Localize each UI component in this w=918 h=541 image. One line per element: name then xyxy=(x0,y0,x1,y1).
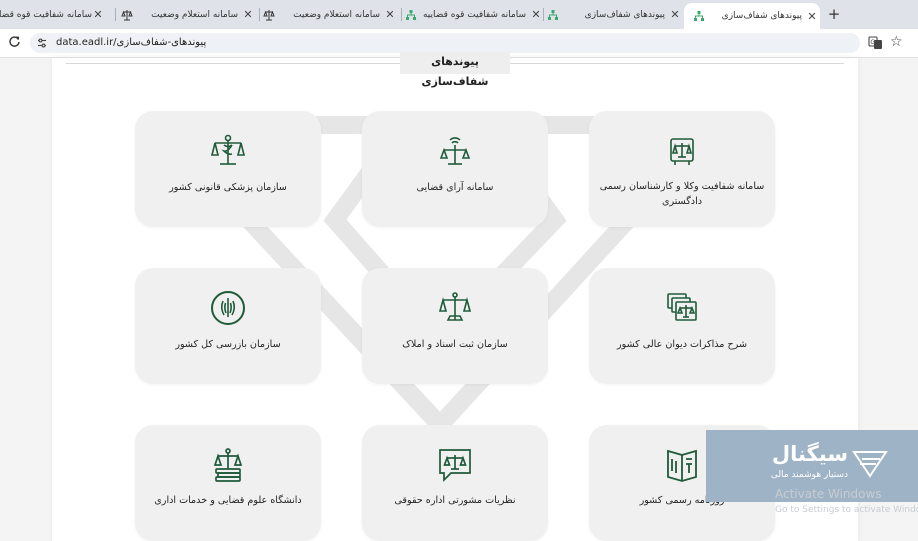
network-icon xyxy=(404,8,418,22)
brand-tagline: دستیار هوشمند مالی xyxy=(770,470,848,480)
link-card-legal-opinions[interactable]: نظریات مشورتی اداره حقوقی xyxy=(362,425,548,541)
card-label: سازمان بازرسی کل کشور xyxy=(175,339,281,350)
link-card-lawyers-experts[interactable]: سامانه شفافیت وکلا و کارشناسان رسمی دادگ… xyxy=(589,111,775,227)
bookmark-star-icon[interactable]: ☆ xyxy=(890,34,903,50)
activate-windows-title: Activate Windows xyxy=(775,487,882,501)
tab-title: پیوندهای شفاف‌سازی xyxy=(584,9,665,20)
scales-books-icon xyxy=(213,448,243,482)
url-text: data.eadl.ir/پیوندهای-شفاف‌سازی xyxy=(56,37,206,48)
tab-separator xyxy=(543,8,544,21)
translate-icon[interactable]: G xyxy=(868,35,883,50)
scales-icon xyxy=(438,292,472,321)
emblem-icon xyxy=(211,291,245,325)
browser-tab[interactable]: سامانه استعلام وضعیت ✕ xyxy=(262,4,400,25)
documents-scales-icon xyxy=(667,293,697,321)
link-card-general-inspection[interactable]: سازمان بازرسی کل کشور xyxy=(135,268,321,384)
tab-separator xyxy=(259,8,260,21)
url-domain: data.eadl.ir/ xyxy=(56,37,117,48)
tab-title: سامانه شفافیت قوه قضاییه xyxy=(0,9,92,20)
link-card-judicial-university[interactable]: دانشگاه علوم قضایی و خدمات اداری xyxy=(135,425,321,541)
tab-title: پیوندهای شفاف‌سازی xyxy=(721,11,802,21)
link-card-deeds-registration[interactable]: سازمان ثبت اسناد و املاک xyxy=(362,268,548,384)
browser-tab-active[interactable]: پیوندهای شفاف‌سازی ✕ xyxy=(684,3,820,29)
svg-text:G: G xyxy=(870,39,875,46)
link-card-supreme-court[interactable]: شرح مذاکرات دیوان عالی کشور xyxy=(589,268,775,384)
close-icon[interactable]: ✕ xyxy=(92,8,104,21)
browser-tab[interactable]: پیوندهای شفاف‌سازی ✕ xyxy=(546,4,681,25)
card-label: سازمان ثبت اسناد و املاک xyxy=(402,339,508,350)
scales-icon xyxy=(120,8,134,22)
card-label: سازمان پزشکی قانونی کشور xyxy=(169,182,287,193)
link-card-judicial-rulings[interactable]: سامانه آرای قضایی xyxy=(362,111,548,227)
reload-icon[interactable] xyxy=(8,35,22,49)
site-info-icon[interactable] xyxy=(36,37,48,49)
tab-strip: سامانه شفافیت قوه قضاییه ✕ سامانه استعلا… xyxy=(0,0,918,29)
scales-broadcast-icon xyxy=(439,137,471,165)
tab-separator xyxy=(115,8,116,21)
book-scales-icon xyxy=(670,138,694,165)
tab-title: سامانه استعلام وضعیت xyxy=(151,9,238,20)
card-label: سامانه آرای قضایی xyxy=(416,182,494,193)
network-icon xyxy=(546,8,560,22)
url-path: پیوندهای-شفاف‌سازی xyxy=(116,37,207,48)
close-icon[interactable]: ✕ xyxy=(669,8,681,21)
card-label: شرح مذاکرات دیوان عالی کشور xyxy=(616,339,747,350)
close-icon[interactable]: ✕ xyxy=(384,8,396,21)
close-icon[interactable]: ✕ xyxy=(530,8,542,21)
signal-logo-icon xyxy=(852,451,888,478)
browser-tab[interactable]: سامانه استعلام وضعیت ✕ xyxy=(120,4,258,25)
close-icon[interactable]: ✕ xyxy=(242,8,254,21)
card-label: نظریات مشورتی اداره حقوقی xyxy=(394,495,516,506)
address-bar[interactable]: data.eadl.ir/پیوندهای-شفاف‌سازی xyxy=(30,33,860,53)
chat-scales-icon xyxy=(439,449,471,483)
close-icon[interactable]: ✕ xyxy=(806,10,818,23)
browser-tab[interactable]: سامانه شفافیت قوه قضاییه ✕ xyxy=(0,4,112,25)
new-tab-button[interactable]: + xyxy=(826,6,842,22)
scales-icon xyxy=(262,8,276,22)
tab-separator xyxy=(401,8,402,21)
link-card-forensic-medicine[interactable]: سازمان پزشکی قانونی کشور xyxy=(135,111,321,227)
tab-title: سامانه شفافیت قوه قضاییه xyxy=(422,9,526,20)
tab-title: سامانه استعلام وضعیت xyxy=(293,9,380,20)
card-label: سامانه شفافیت وکلا و کارشناسان رسمی دادگ… xyxy=(599,181,765,207)
activate-windows-subtitle: Go to Settings to activate Windows. xyxy=(775,505,918,515)
browser-tab[interactable]: سامانه شفافیت قوه قضاییه ✕ xyxy=(404,4,542,25)
network-icon xyxy=(692,9,706,23)
scales-caduceus-icon xyxy=(210,134,246,165)
brand-name: سیگنال xyxy=(771,442,848,466)
page-title: پیوندهای شفاف‌سازی xyxy=(400,52,510,88)
open-book-icon xyxy=(667,449,697,482)
card-label: دانشگاه علوم قضایی و خدمات اداری xyxy=(154,495,302,506)
